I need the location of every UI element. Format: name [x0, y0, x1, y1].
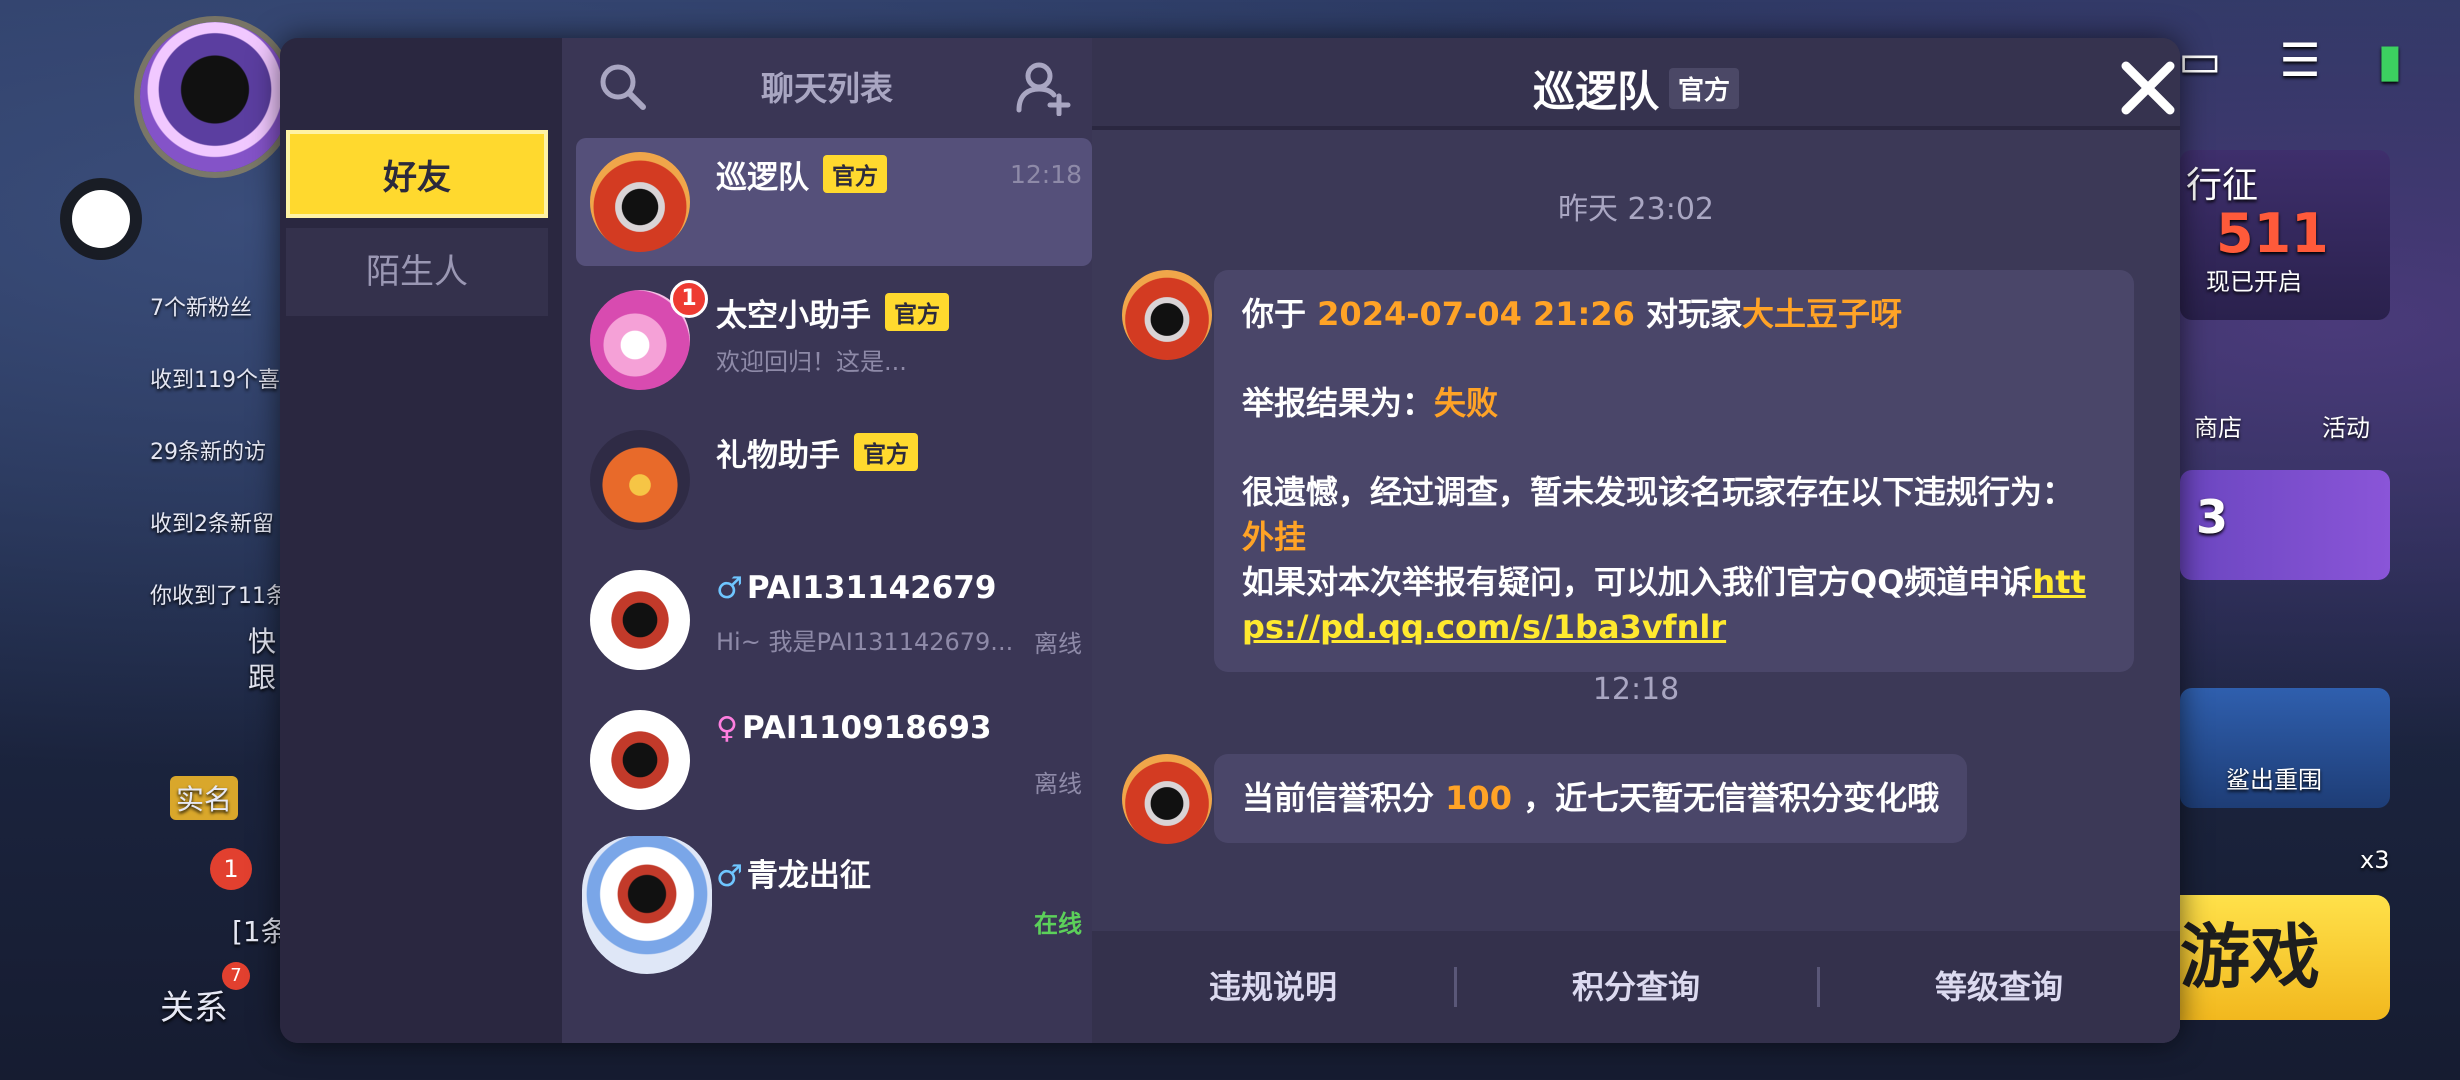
credit-score: 100	[1445, 779, 1512, 817]
list-icon[interactable]: ☰	[2270, 30, 2330, 90]
report-result: 失败	[1434, 384, 1499, 422]
chat-item-name: 礼物助手 官方	[716, 430, 918, 475]
chat-panel: 巡逻队 官方 昨天 23:02 你于 2024-07-04 21:26 对玩家大土…	[1092, 38, 2180, 1043]
notice-likes[interactable]: 收到119个喜	[150, 362, 280, 394]
event-banner[interactable]: 3	[2180, 470, 2390, 580]
realname-label[interactable]: 实名	[170, 776, 239, 820]
reported-player: 大土豆子呀	[1742, 295, 1903, 333]
message-timestamp: 昨天 23:02	[1558, 192, 1714, 227]
star-count: x3	[2360, 846, 2390, 874]
player-avatar[interactable]	[140, 22, 290, 172]
shop-label[interactable]: 商店	[2194, 408, 2242, 443]
message-bubble-report: 你于 2024-07-04 21:26 对玩家大土豆子呀 举报结果为：失败 很遗…	[1214, 270, 2134, 672]
pass-title: 行征	[2186, 165, 2259, 206]
gift-icon	[590, 430, 690, 530]
bg-count-badge: 1	[210, 848, 252, 890]
chat-header: 巡逻队 官方	[1092, 38, 2180, 130]
avatar	[590, 570, 690, 670]
chat-list-panel: 聊天列表 巡逻队 官方 12:18 1 太空小助手 官方 欢迎回归！这是... 礼物…	[562, 38, 1092, 1043]
notice-received[interactable]: 你收到了11条	[150, 578, 288, 610]
male-icon: ♂	[716, 859, 743, 894]
report-line-1: 你于 2024-07-04 21:26 对玩家大土豆子呀	[1242, 295, 1903, 333]
report-line-2: 举报结果为：失败	[1242, 384, 1499, 422]
chat-item-preview: 欢迎回归！这是...	[716, 348, 907, 376]
message-timestamp: 12:18	[1592, 672, 1680, 707]
chat-item-pai131142679[interactable]: ♂ PAI131142679 Hi~ 我是PAI131142679... 离线	[576, 556, 1092, 684]
official-badge: 官方	[1669, 68, 1740, 109]
chat-item-time: 12:18	[1009, 160, 1082, 189]
chat-item-name: ♂ 青龙出征	[716, 858, 871, 894]
chat-item-qinglong[interactable]: ♂ 青龙出征 在线	[576, 836, 1092, 974]
pass-level: 511	[2216, 202, 2329, 265]
record-button[interactable]	[72, 190, 130, 248]
notice-messages[interactable]: 收到2条新留	[150, 506, 274, 538]
bg-label-follow: 跟	[248, 661, 277, 694]
chat-list-header: 聊天列表	[562, 38, 1092, 134]
event-level: 3	[2196, 490, 2229, 544]
avatar	[582, 836, 712, 974]
unread-badge: 1	[670, 280, 708, 318]
tab-friends[interactable]: 好友	[286, 130, 548, 218]
report-line-4: 如果对本次举报有疑问，可以加入我们官方QQ频道申诉https://pd.qq.c…	[1242, 563, 2086, 646]
sender-avatar	[1122, 754, 1212, 844]
avatar	[590, 710, 690, 810]
shark-event-panel[interactable]: 鲨出重围	[2180, 688, 2390, 808]
start-game-button[interactable]: 游戏	[2160, 895, 2390, 1020]
status-offline: 离线	[1034, 630, 1082, 658]
male-icon: ♂	[716, 571, 743, 606]
status-online: 在线	[1034, 910, 1082, 938]
sender-avatar	[1122, 270, 1212, 360]
official-badge: 官方	[885, 293, 949, 331]
friends-dialog: 好友 陌生人 聊天列表 巡逻队 官方 12:18 1 太空小助手 官方 欢迎回归…	[280, 38, 2180, 1043]
violation-info-button[interactable]: 违规说明	[1092, 931, 1454, 1043]
chat-item-name: ♀ PAI110918693	[716, 710, 992, 746]
chat-item-name: 太空小助手 官方	[716, 290, 949, 335]
score-query-button[interactable]: 积分查询	[1455, 931, 1817, 1043]
tab-strangers[interactable]: 陌生人	[286, 228, 548, 316]
notice-fans[interactable]: 7个新粉丝	[150, 290, 252, 322]
chat-item-pai110918693[interactable]: ♀ PAI110918693 离线	[576, 696, 1092, 824]
chat-item-name: ♂ PAI131142679	[716, 570, 997, 606]
shark-event-label: 鲨出重围	[2226, 766, 2322, 794]
chat-item-gift-helper[interactable]: 礼物助手 官方	[576, 416, 1092, 544]
chat-title: 巡逻队 官方	[1092, 58, 2180, 119]
message-bubble-score: 当前信誉积分 100 ，近七天暂无信誉积分变化哦	[1214, 754, 1968, 843]
avatar	[590, 152, 690, 252]
bg-label-quick: 快	[248, 625, 277, 658]
chat-list-title: 聊天列表	[761, 69, 893, 108]
notice-visits[interactable]: 29条新的访	[150, 434, 266, 466]
pass-sub: 现已开启	[2206, 268, 2302, 296]
chat-item-preview: Hi~ 我是PAI131142679...	[716, 628, 1014, 656]
official-badge: 官方	[854, 433, 918, 471]
official-badge: 官方	[823, 155, 887, 193]
report-line-3: 很遗憾，经过调查，暂未发现该名玩家存在以下违规行为：外挂	[1242, 473, 2075, 556]
relations-label[interactable]: 关系	[160, 980, 228, 1029]
relations-badge: 7	[222, 962, 250, 990]
female-icon: ♀	[716, 711, 738, 746]
activity-label[interactable]: 活动	[2322, 408, 2370, 443]
status-offline: 离线	[1034, 770, 1082, 798]
report-time: 2024-07-04 21:26	[1317, 295, 1635, 333]
signal-icon: ▮	[2377, 33, 2403, 87]
close-icon[interactable]	[2116, 56, 2180, 120]
add-friend-icon[interactable]	[1015, 58, 1073, 116]
chat-item-patrol[interactable]: 巡逻队 官方 12:18	[576, 138, 1092, 266]
violation-type: 外挂	[1242, 518, 1307, 556]
tab-column: 好友 陌生人	[280, 38, 562, 1043]
chat-item-name: 巡逻队 官方	[716, 152, 887, 197]
chat-item-space-helper[interactable]: 1 太空小助手 官方 欢迎回归！这是...	[576, 276, 1092, 404]
battle-pass-panel[interactable]: 行征 511 现已开启	[2180, 150, 2390, 320]
chat-footer: 违规说明 积分查询 等级查询	[1092, 931, 2180, 1043]
level-query-button[interactable]: 等级查询	[1818, 931, 2180, 1043]
